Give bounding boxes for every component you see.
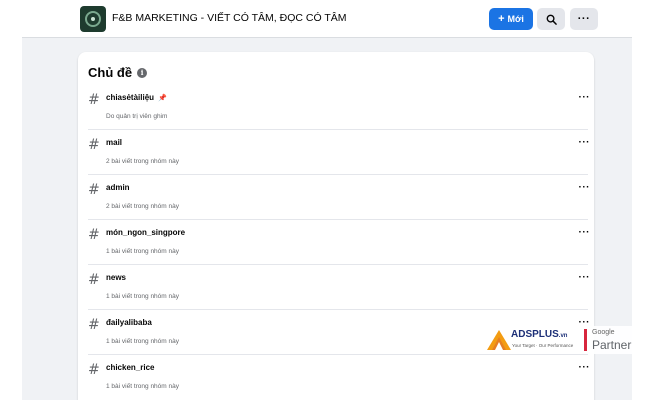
watermark-divider — [584, 329, 587, 351]
topic-subtitle: 1 bài viết trong nhóm này — [106, 383, 179, 390]
topic-name[interactable]: news — [106, 273, 126, 282]
hashtag-icon: # — [88, 182, 100, 198]
hashtag-icon: # — [88, 317, 100, 333]
topic-subtitle: 1 bài viết trong nhóm này — [106, 338, 179, 345]
group-header-bar: F&B MARKETING - VIẾT CÓ TÂM, ĐỌC CÓ TÂM … — [22, 0, 632, 38]
hashtag-icon: # — [88, 92, 100, 108]
search-icon — [546, 14, 557, 25]
topic-more-icon[interactable]: ··· — [579, 182, 591, 193]
adsplus-tagline: Your Target · Our Performance — [512, 343, 574, 348]
topic-subtitle: 1 bài viết trong nhóm này — [106, 248, 179, 255]
more-icon: ··· — [577, 12, 591, 25]
adsplus-brand: ADSPLUS.vn — [511, 329, 567, 340]
topic-item-mail[interactable]: # mail 2 bài viết trong nhóm này ··· — [88, 131, 591, 175]
group-avatar[interactable] — [80, 6, 106, 32]
topic-more-icon[interactable]: ··· — [579, 272, 591, 283]
hashtag-icon: # — [88, 227, 100, 243]
brand-text: ADSPLUS — [511, 329, 559, 340]
topic-item-chiasetailieu[interactable]: # chiasẻtàiliệu 📌 Do quản trị viên ghim ·… — [88, 86, 591, 130]
pin-icon: 📌 — [158, 95, 167, 102]
topic-item-admin[interactable]: # admin 2 bài viết trong nhóm này ··· — [88, 176, 591, 220]
adsplus-watermark: ADSPLUS.vn Your Target · Our Performance… — [484, 326, 654, 354]
topic-name[interactable]: món_ngon_singpore — [106, 228, 185, 237]
brand-suffix: .vn — [558, 333, 568, 339]
topic-more-icon[interactable]: ··· — [579, 137, 591, 148]
topics-title: Chủ đề — [88, 65, 133, 80]
group-name[interactable]: F&B MARKETING - VIẾT CÓ TÂM, ĐỌC CÓ TÂM — [112, 12, 347, 24]
topic-item-mon-ngon-singpore[interactable]: # món_ngon_singpore 1 bài viết trong nhó… — [88, 221, 591, 265]
adsplus-logo-icon — [487, 330, 511, 350]
hashtag-icon: # — [88, 272, 100, 288]
topic-more-icon[interactable]: ··· — [579, 362, 591, 373]
topics-header: Chủ đề i — [88, 65, 148, 80]
info-icon[interactable]: i — [137, 67, 148, 78]
topic-subtitle: Do quản trị viên ghim — [106, 113, 168, 120]
topic-name-text: chiasẻtàiliệu — [106, 93, 155, 102]
topic-name[interactable]: chicken_rice — [106, 363, 154, 372]
topic-name[interactable]: mail — [106, 138, 122, 147]
search-button[interactable] — [537, 8, 565, 30]
new-post-button[interactable]: + Mới — [489, 8, 533, 30]
topic-name[interactable]: chiasẻtàiliệu 📌 — [106, 93, 167, 102]
hashtag-icon: # — [88, 137, 100, 153]
google-label: Google — [592, 329, 615, 336]
topic-more-icon[interactable]: ··· — [579, 92, 591, 103]
partner-label: Partner — [592, 338, 632, 352]
topic-item-chicken-rice[interactable]: # chicken_rice 1 bài viết trong nhóm này… — [88, 356, 591, 400]
topic-subtitle: 2 bài viết trong nhóm này — [106, 158, 179, 165]
topic-subtitle: 2 bài viết trong nhóm này — [106, 203, 179, 210]
topic-name[interactable]: đailyalibaba — [106, 318, 152, 327]
topic-subtitle: 1 bài viết trong nhóm này — [106, 293, 179, 300]
topic-item-news[interactable]: # news 1 bài viết trong nhóm này ··· — [88, 266, 591, 310]
plus-icon: + — [498, 12, 505, 25]
topic-name[interactable]: admin — [106, 183, 130, 192]
topic-more-icon[interactable]: ··· — [579, 227, 591, 238]
more-options-button[interactable]: ··· — [570, 8, 598, 30]
hashtag-icon: # — [88, 362, 100, 378]
avatar-dot — [91, 17, 95, 21]
new-button-label: Mới — [507, 14, 524, 24]
